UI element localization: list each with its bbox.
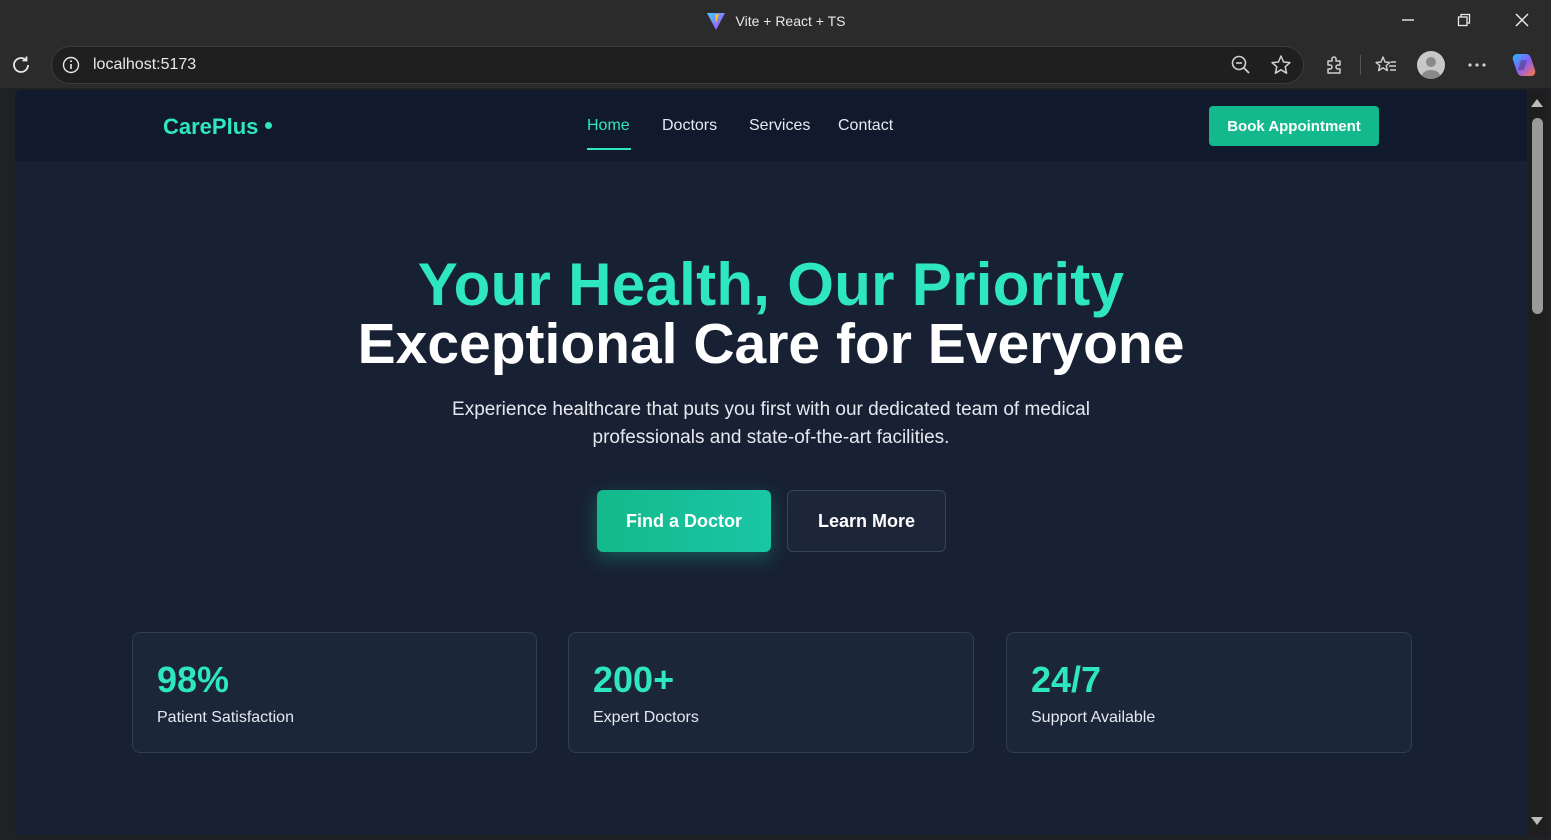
site-info-button[interactable] — [60, 54, 82, 76]
stat-card-satisfaction: 98% Patient Satisfaction — [132, 632, 537, 753]
extensions-button[interactable] — [1321, 51, 1349, 79]
url-text[interactable]: localhost:5173 — [93, 55, 196, 75]
nav-active-indicator — [587, 148, 631, 150]
hero-subheadline: Exceptional Care for Everyone — [357, 312, 1185, 376]
info-icon — [62, 56, 80, 74]
stat-card-support: 24/7 Support Available — [1006, 632, 1412, 753]
profile-icon — [1422, 57, 1440, 79]
nav-link-home[interactable]: Home — [587, 117, 630, 135]
minimize-button[interactable] — [1393, 8, 1423, 32]
scrollbar-thumb[interactable] — [1532, 118, 1543, 314]
more-button[interactable] — [1463, 51, 1491, 79]
stat-label: Support Available — [1031, 709, 1156, 726]
close-icon — [1515, 13, 1529, 27]
page-viewport: CarePlus Home Doctors Services Contact B… — [15, 90, 1527, 835]
extensions-icon — [1327, 56, 1341, 74]
logo-dot-icon — [265, 121, 273, 129]
window-title-text: Vite + React + TS — [735, 13, 846, 29]
nav-link-services[interactable]: Services — [749, 117, 810, 135]
logo-text: CarePlus — [163, 114, 259, 139]
more-icon — [1468, 63, 1486, 67]
reload-icon — [13, 56, 29, 73]
minimize-icon — [1402, 19, 1414, 21]
address-bar[interactable] — [51, 46, 1304, 84]
favorite-button[interactable] — [1267, 51, 1295, 79]
copilot-icon — [1512, 54, 1536, 76]
copilot-button[interactable] — [1509, 52, 1537, 78]
stat-value: 98% — [157, 659, 230, 700]
scroll-up-arrow-icon[interactable] — [1531, 99, 1543, 107]
star-icon — [1271, 55, 1291, 74]
favorites-icon — [1375, 56, 1396, 72]
find-doctor-button[interactable]: Find a Doctor — [597, 490, 771, 552]
stat-value: 200+ — [593, 659, 675, 700]
zoom-button[interactable] — [1227, 51, 1255, 79]
stat-label: Expert Doctors — [593, 709, 699, 726]
stat-value: 24/7 — [1031, 659, 1102, 700]
favorites-button[interactable] — [1372, 51, 1400, 79]
close-button[interactable] — [1507, 8, 1537, 32]
profile-button[interactable] — [1417, 51, 1445, 79]
restore-icon — [1457, 13, 1471, 27]
stat-card-doctors: 200+ Expert Doctors — [568, 632, 974, 753]
hero-headline: Your Health, Our Priority — [417, 251, 1125, 318]
zoom-out-icon — [1231, 55, 1250, 74]
site-logo[interactable]: CarePlus — [163, 114, 273, 140]
book-appointment-button[interactable]: Book Appointment — [1209, 106, 1379, 146]
toolbar-divider — [1360, 55, 1361, 75]
learn-more-button[interactable]: Learn More — [787, 490, 946, 552]
restore-button[interactable] — [1449, 8, 1479, 32]
reload-button[interactable] — [8, 52, 34, 78]
stat-label: Patient Satisfaction — [157, 709, 294, 726]
vite-logo-icon — [706, 13, 725, 30]
window-title: Vite + React + TS — [0, 0, 1551, 42]
scroll-down-arrow-icon[interactable] — [1531, 817, 1543, 825]
hero-description: Experience healthcare that puts you firs… — [452, 399, 1090, 448]
nav-link-contact[interactable]: Contact — [838, 117, 893, 135]
site-navbar: CarePlus Home Doctors Services Contact B… — [15, 90, 1527, 161]
nav-link-doctors[interactable]: Doctors — [662, 117, 717, 135]
